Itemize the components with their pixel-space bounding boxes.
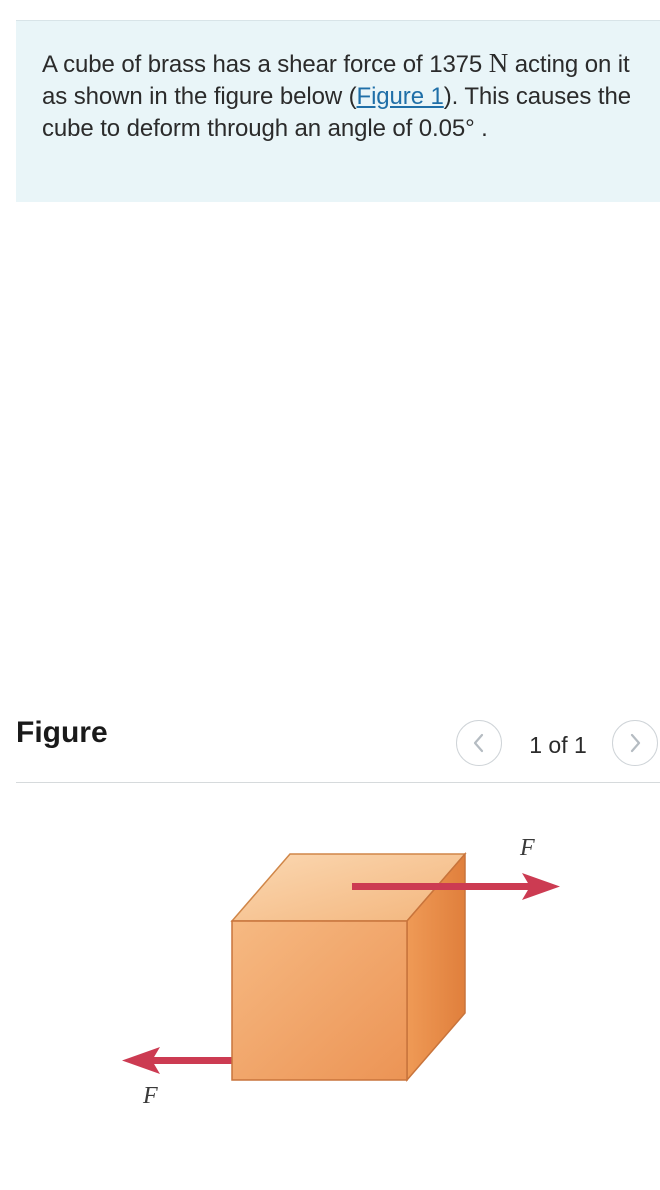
force-label-bottom: F [142, 1083, 158, 1109]
brass-cube-figure: F F [122, 835, 560, 1109]
chevron-left-icon [473, 733, 484, 753]
previous-figure-button[interactable] [456, 720, 502, 766]
problem-text-part1: A cube of brass has a shear force of 137… [42, 51, 489, 78]
problem-text: A cube of brass has a shear force of 137… [42, 47, 636, 145]
force-label-top: F [519, 835, 535, 861]
problem-statement: A cube of brass has a shear force of 137… [16, 20, 660, 202]
figure-pager: 1 of 1 [529, 732, 587, 758]
cube-front-face [231, 920, 408, 1081]
force-arrow-left [122, 1047, 234, 1074]
figure-1-link[interactable]: Figure 1 [357, 83, 444, 110]
chevron-right-icon [630, 733, 641, 753]
next-figure-button[interactable] [612, 720, 658, 766]
force-unit: N [488, 48, 509, 78]
figure-heading: Figure [16, 716, 108, 749]
